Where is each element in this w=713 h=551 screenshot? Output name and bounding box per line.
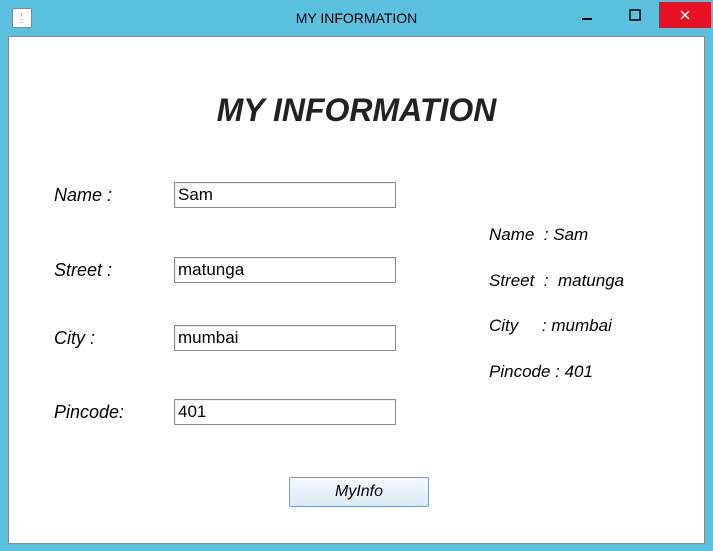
java-icon (12, 8, 32, 28)
myinfo-button[interactable]: MyInfo (289, 477, 429, 507)
city-label: City : (54, 328, 174, 349)
maximize-button[interactable] (611, 2, 659, 28)
name-label: Name : (54, 185, 174, 206)
pincode-row: Pincode: (54, 399, 396, 425)
page-title: MY INFORMATION (217, 92, 497, 129)
close-button[interactable] (659, 2, 711, 28)
street-label: Street : (54, 260, 174, 281)
street-input[interactable] (174, 257, 396, 283)
window-controls (563, 2, 711, 30)
window-frame: MY INFORMATION MY INFORMATION Name : Str… (0, 0, 713, 551)
city-row: City : (54, 325, 396, 351)
titlebar: MY INFORMATION (2, 2, 711, 34)
content-panel: MY INFORMATION Name : Street : City : Pi… (8, 36, 705, 544)
street-row: Street : (54, 257, 396, 283)
minimize-button[interactable] (563, 2, 611, 28)
pincode-input[interactable] (174, 399, 396, 425)
output-name: Name : Sam (489, 222, 624, 248)
output-street: Street : matunga (489, 268, 624, 294)
output-city: City : mumbai (489, 313, 624, 339)
window-title: MY INFORMATION (296, 10, 418, 26)
city-input[interactable] (174, 325, 396, 351)
pincode-label: Pincode: (54, 402, 174, 423)
output-pincode: Pincode : 401 (489, 359, 624, 385)
output-panel: Name : Sam Street : matunga City : mumba… (489, 222, 624, 404)
name-row: Name : (54, 182, 396, 208)
name-input[interactable] (174, 182, 396, 208)
